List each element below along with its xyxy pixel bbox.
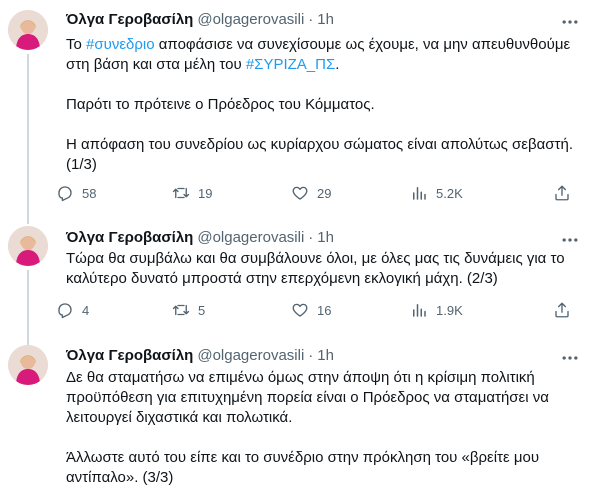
tweet-1[interactable]: Όλγα Γεροβασίλη @olgagerovasili · 1h Το …: [0, 0, 599, 224]
share-button[interactable]: [553, 301, 571, 319]
author-name[interactable]: Όλγα Γεροβασίλη: [66, 10, 193, 30]
tweet-text: Δε θα σταματήσω να επιμένω όμως στην άπο…: [66, 368, 586, 488]
avatar[interactable]: [8, 10, 48, 50]
text-run: λειτουργεί διχαστικά και πολωτικά.: [66, 409, 293, 426]
like-count: 16: [317, 302, 332, 318]
separator-dot: ·: [308, 11, 314, 28]
thread-line: [27, 54, 29, 224]
tweet-line: στη βάση και στα μέλη του #ΣΥΡΙΖΑ_ΠΣ.: [66, 55, 586, 75]
tweet-line: Δε θα σταματήσω να επιμένω όμως στην άπο…: [66, 368, 586, 388]
more-icon[interactable]: [560, 12, 580, 32]
text-run: προϋπόθεση για επιτυχημένη πορεία είναι …: [66, 389, 549, 406]
reply-count: 4: [82, 302, 90, 318]
tweet-line: (1/3): [66, 155, 586, 175]
share-button[interactable]: [553, 184, 571, 202]
views-button[interactable]: 5.2K: [410, 184, 463, 202]
text-run: καλύτερο δυνατό μπροστά στην επερχόμενη …: [66, 270, 498, 287]
reply-icon: [58, 186, 72, 202]
author-name[interactable]: Όλγα Γεροβασίλη: [66, 228, 193, 248]
text-run: αντίπαλο». (3/3): [66, 469, 174, 486]
author-handle[interactable]: @olgagerovasili: [197, 10, 304, 30]
tweet-line: [66, 428, 586, 448]
tweet-line: λειτουργεί διχαστικά και πολωτικά.: [66, 408, 586, 428]
reply-count: 58: [82, 185, 97, 201]
like-count: 29: [317, 185, 332, 201]
views-icon: [413, 304, 426, 317]
author-handle[interactable]: @olgagerovasili: [197, 346, 304, 366]
retweet-icon: [172, 187, 190, 199]
action-bar: 58 19 29 5.2K: [56, 184, 586, 204]
reply-button[interactable]: 4: [56, 301, 89, 319]
author-handle[interactable]: @olgagerovasili: [197, 228, 304, 248]
like-button[interactable]: 29: [291, 184, 331, 202]
separator-dot: ·: [308, 229, 314, 246]
views-button[interactable]: 1.9K: [410, 301, 463, 319]
share-icon: [555, 302, 569, 318]
separator-dot: ·: [308, 347, 314, 364]
heart-icon: [292, 186, 308, 200]
reply-icon: [58, 303, 72, 319]
tweet-line: αντίπαλο». (3/3): [66, 468, 586, 488]
text-run: αποφάσισε να συνεχίσουμε ως έχουμε, να μ…: [154, 36, 571, 53]
more-icon[interactable]: [560, 348, 580, 368]
heart-icon: [292, 303, 308, 317]
retweet-button[interactable]: 19: [172, 184, 212, 202]
hashtag-link[interactable]: #ΣΥΡΙΖΑ_ΠΣ: [246, 56, 335, 73]
tweet-header: Όλγα Γεροβασίλη @olgagerovasili · 1h: [66, 10, 334, 30]
text-run: Παρότι το πρότεινε ο Πρόεδρος του Κόμματ…: [66, 96, 375, 113]
avatar[interactable]: [8, 226, 48, 266]
tweet-line: Παρότι το πρότεινε ο Πρόεδρος του Κόμματ…: [66, 95, 586, 115]
action-bar: 4 5 16 1.9K: [56, 301, 586, 321]
reply-button[interactable]: 58: [56, 184, 96, 202]
text-run: .: [335, 56, 340, 73]
hashtag-link[interactable]: #συνεδριο: [86, 36, 155, 53]
tweet-time[interactable]: 1h: [317, 346, 334, 366]
tweet-line: προϋπόθεση για επιτυχημένη πορεία είναι …: [66, 388, 586, 408]
tweet-line: Το #συνεδριο αποφάσισε να συνεχίσουμε ως…: [66, 35, 586, 55]
tweet-3[interactable]: Όλγα Γεροβασίλη @olgagerovasili · 1h Δε …: [0, 337, 599, 496]
tweet-line: Τώρα θα συμβάλω και θα συμβάλουνε όλοι, …: [66, 249, 586, 269]
retweet-button[interactable]: 5: [172, 301, 205, 319]
tweet-line: [66, 75, 586, 95]
tweet-line: Η απόφαση του συνεδρίου ως κυρίαρχου σώμ…: [66, 135, 586, 155]
more-icon[interactable]: [560, 230, 580, 250]
text-run: Η απόφαση του συνεδρίου ως κυρίαρχου σώμ…: [66, 136, 573, 153]
retweet-count: 19: [198, 185, 213, 201]
avatar[interactable]: [8, 345, 48, 385]
tweet-text: Τώρα θα συμβάλω και θα συμβάλουνε όλοι, …: [66, 249, 586, 289]
tweet-line: Άλλωστε αυτό του είπε και το συνέδριο στ…: [66, 448, 586, 468]
text-run: Τώρα θα συμβάλω και θα συμβάλουνε όλοι, …: [66, 250, 565, 267]
tweet-line: καλύτερο δυνατό μπροστά στην επερχόμενη …: [66, 269, 586, 289]
text-run: (1/3): [66, 156, 97, 173]
views-count: 5.2K: [436, 185, 463, 201]
tweet-header: Όλγα Γεροβασίλη @olgagerovasili · 1h: [66, 228, 334, 248]
share-icon: [555, 185, 569, 201]
tweet-time[interactable]: 1h: [317, 228, 334, 248]
text-run: στη βάση και στα μέλη του: [66, 56, 246, 73]
tweet-time[interactable]: 1h: [317, 10, 334, 30]
tweet-2[interactable]: Όλγα Γεροβασίλη @olgagerovasili · 1h Τώρ…: [0, 214, 599, 348]
views-icon: [413, 187, 426, 200]
tweet-text: Το #συνεδριο αποφάσισε να συνεχίσουμε ως…: [66, 35, 586, 175]
retweet-count: 5: [198, 302, 206, 318]
text-run: Δε θα σταματήσω να επιμένω όμως στην άπο…: [66, 369, 535, 386]
retweet-icon: [172, 304, 190, 316]
text-run: Άλλωστε αυτό του είπε και το συνέδριο στ…: [66, 449, 540, 466]
like-button[interactable]: 16: [291, 301, 331, 319]
tweet-header: Όλγα Γεροβασίλη @olgagerovasili · 1h: [66, 346, 334, 366]
tweet-line: [66, 115, 586, 135]
author-name[interactable]: Όλγα Γεροβασίλη: [66, 346, 193, 366]
text-run: Το: [66, 36, 87, 53]
views-count: 1.9K: [436, 302, 463, 318]
